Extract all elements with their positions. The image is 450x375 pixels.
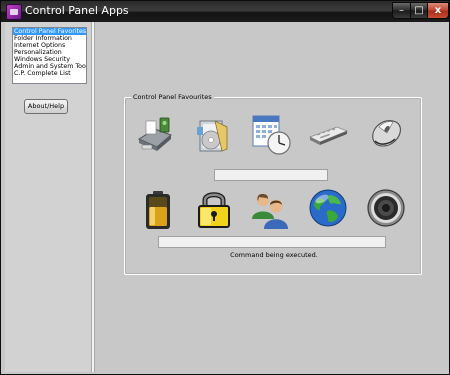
list-item[interactable]: C.P. Complete List <box>13 70 86 77</box>
category-listbox[interactable]: Control Panel Favorites Folder Informati… <box>12 27 87 84</box>
lock-icon[interactable] <box>193 187 235 229</box>
minimize-button[interactable]: – <box>392 2 411 19</box>
main-panel: Control Panel Favourites Command being e… <box>95 22 445 372</box>
list-item[interactable]: Admin and System Tools <box>13 63 86 70</box>
programs-features-icon[interactable] <box>191 115 233 157</box>
list-item[interactable]: Personalization <box>13 49 86 56</box>
about-help-button[interactable]: About/Help <box>24 99 68 114</box>
title-bar[interactable]: Control Panel Apps – □ x <box>1 1 449 22</box>
list-item[interactable]: Windows Security <box>13 56 86 63</box>
left-panel: Control Panel Favorites Folder Informati… <box>5 22 91 372</box>
client-area: Control Panel Favorites Folder Informati… <box>5 22 445 372</box>
status-text: Command being executed. <box>230 251 318 259</box>
command-textbox[interactable] <box>214 169 328 181</box>
user-accounts-icon[interactable] <box>249 189 291 231</box>
date-time-icon[interactable] <box>250 113 292 155</box>
mouse-icon[interactable] <box>365 113 407 155</box>
keyboard-icon[interactable] <box>307 115 349 157</box>
list-item[interactable]: Internet Options <box>13 42 86 49</box>
list-item[interactable]: Control Panel Favorites <box>13 28 86 35</box>
favourites-groupbox: Control Panel Favourites Command being e… <box>124 93 422 275</box>
app-window: Control Panel Apps – □ x Control Panel F… <box>0 0 450 375</box>
app-icon[interactable] <box>6 4 22 20</box>
power-battery-icon[interactable] <box>137 189 179 231</box>
window-title: Control Panel Apps <box>25 4 129 17</box>
groupbox-title: Control Panel Favourites <box>131 93 214 102</box>
speaker-icon[interactable] <box>365 187 407 229</box>
close-button[interactable]: x <box>427 2 449 19</box>
globe-icon[interactable] <box>307 187 349 229</box>
list-item[interactable]: Folder Information <box>13 35 86 42</box>
maximize-button[interactable]: □ <box>410 2 428 19</box>
devices-printers-icon[interactable] <box>135 115 177 157</box>
output-textbox[interactable] <box>158 236 386 248</box>
